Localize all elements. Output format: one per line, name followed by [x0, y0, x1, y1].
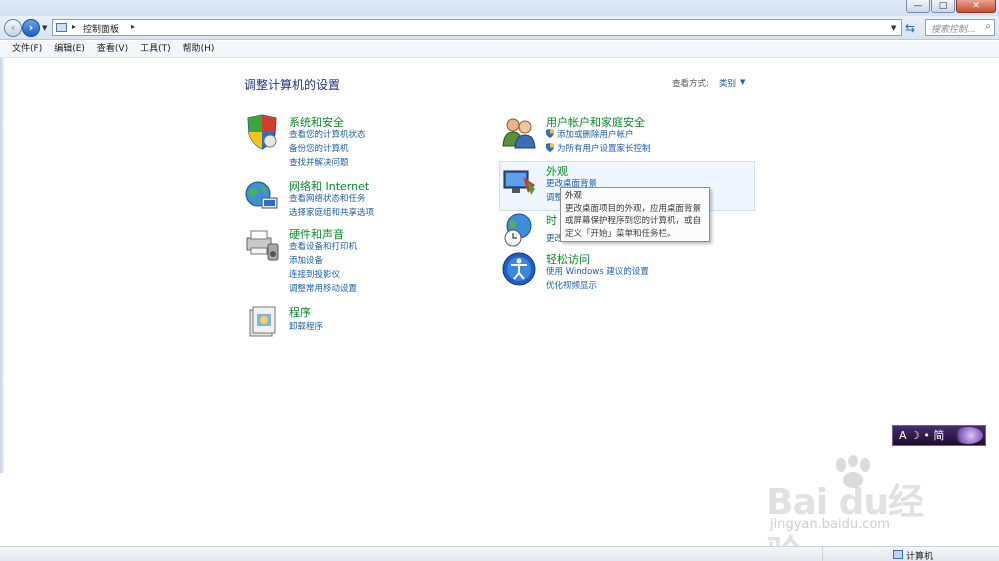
uac-shield-icon: [546, 129, 554, 138]
tooltip-line: 更改桌面项目的外观，应用桌面背景: [565, 203, 702, 214]
computer-icon: [893, 550, 903, 559]
menu-file[interactable]: 文件(F): [12, 41, 42, 57]
status-separator: [822, 547, 823, 561]
menu-edit[interactable]: 编辑(E): [54, 41, 85, 57]
category-programs: 程序 卸载程序: [244, 304, 464, 340]
category-title-programs[interactable]: 程序: [289, 304, 311, 320]
link-find-fix-problems[interactable]: 查找并解决问题: [289, 156, 349, 168]
refresh-icon[interactable]: ⇆: [905, 21, 915, 35]
status-computer-label: 计算机: [906, 552, 934, 561]
search-input[interactable]: 搜索控制... ⌕: [925, 19, 995, 36]
menu-view[interactable]: 查看(V): [97, 41, 128, 57]
view-by-dropdown[interactable]: 类别: [719, 77, 736, 89]
tooltip-title: 外观: [565, 191, 583, 201]
link-connect-projector[interactable]: 连接到投影仪: [289, 268, 340, 280]
maximize-button[interactable]: □: [931, 0, 955, 13]
category-network-internet: 网络和 Internet 查看网络状态和任务 选择家庭组和共享选项: [244, 178, 464, 222]
link-homegroup-sharing[interactable]: 选择家庭组和共享选项: [289, 206, 374, 218]
link-view-computer-status[interactable]: 查看您的计算机状态: [289, 128, 366, 140]
navigation-bar: ‹ › ▼ ▸ 控制面板 ▸ ▼ ⇆ 搜索控制... ⌕: [0, 16, 999, 40]
printer-icon[interactable]: [244, 226, 280, 262]
control-panel-icon: [56, 23, 67, 32]
link-add-remove-accounts[interactable]: 添加或删除用户帐户: [557, 128, 634, 140]
breadcrumb-separator-icon[interactable]: ▸: [72, 22, 76, 31]
breadcrumb-control-panel[interactable]: 控制面板: [83, 22, 119, 35]
title-bar: — □ ✕: [0, 0, 999, 16]
category-user-accounts: 用户帐户和家庭安全 添加或删除用户帐户 为所有用户设置家长控制: [501, 114, 751, 158]
clock-globe-icon[interactable]: [501, 212, 537, 248]
uac-shield-icon: [546, 143, 554, 152]
menu-bar: 文件(F) 编辑(E) 查看(V) 工具(T) 帮助(H): [0, 41, 999, 58]
link-mobility-settings[interactable]: 调整常用移动设置: [289, 282, 357, 294]
search-icon[interactable]: ⌕: [985, 21, 991, 32]
link-parental-controls[interactable]: 为所有用户设置家长控制: [557, 142, 651, 154]
appearance-tooltip: 外观 更改桌面项目的外观，应用桌面背景 或屏幕保护程序到您的计算机，或自 定义「…: [560, 187, 710, 242]
link-network-status[interactable]: 查看网络状态和任务: [289, 192, 366, 204]
link-devices-printers[interactable]: 查看设备和打印机: [289, 240, 357, 252]
breadcrumb-chevron-icon[interactable]: ▸: [131, 22, 135, 31]
close-button[interactable]: ✕: [956, 0, 996, 13]
recent-pages-dropdown-icon[interactable]: ▼: [42, 24, 47, 32]
page-title: 调整计算机的设置: [244, 78, 341, 92]
users-icon[interactable]: [501, 114, 537, 150]
status-bar: 计算机: [0, 546, 999, 561]
category-ease-of-access: 轻松访问 使用 Windows 建议的设置 优化视频显示: [501, 251, 751, 291]
window-left-edge: [0, 58, 4, 473]
baidu-watermark: Bai du经验 jingyan.baidu.com: [766, 455, 946, 561]
link-add-device[interactable]: 添加设备: [289, 254, 323, 266]
category-title-clock-language[interactable]: 时: [546, 212, 557, 228]
link-optimize-display[interactable]: 优化视频显示: [546, 279, 597, 291]
category-system-security: 系统和安全 查看您的计算机状态 备份您的计算机 查找并解决问题: [244, 114, 464, 174]
address-dropdown-icon[interactable]: ▼: [891, 24, 896, 32]
ease-of-access-icon[interactable]: [501, 251, 537, 287]
address-bar[interactable]: ▸ 控制面板 ▸: [52, 19, 902, 36]
link-uninstall-program[interactable]: 卸载程序: [289, 320, 323, 332]
system-security-shield-icon[interactable]: [244, 114, 280, 150]
programs-box-icon[interactable]: [244, 304, 280, 340]
ime-moon-icon: [953, 427, 983, 444]
appearance-monitor-icon[interactable]: [501, 163, 537, 199]
minimize-button[interactable]: —: [906, 0, 930, 13]
link-windows-suggested-settings[interactable]: 使用 Windows 建议的设置: [546, 265, 649, 277]
ime-language-bar[interactable]: A ☽ • 简: [892, 425, 986, 446]
back-button[interactable]: ‹: [4, 19, 22, 37]
menu-tools[interactable]: 工具(T): [140, 41, 171, 57]
view-by-chevron-icon[interactable]: ▼: [740, 78, 745, 86]
ime-label: A ☽ • 简: [899, 429, 945, 442]
menu-help[interactable]: 帮助(H): [183, 41, 215, 57]
network-globe-icon[interactable]: [244, 178, 280, 214]
link-backup-computer[interactable]: 备份您的计算机: [289, 142, 349, 154]
watermark-url: jingyan.baidu.com: [770, 517, 890, 532]
view-by-label: 查看方式:: [672, 79, 709, 89]
tooltip-line: 定义「开始」菜单和任务栏。: [565, 228, 676, 239]
category-hardware-sound: 硬件和声音 查看设备和打印机 添加设备 连接到投影仪 调整常用移动设置: [244, 226, 464, 296]
search-placeholder: 搜索控制...: [931, 25, 976, 35]
window-controls: — □ ✕: [906, 0, 996, 13]
forward-button[interactable]: ›: [22, 19, 40, 37]
tooltip-line: 或屏幕保护程序到您的计算机，或自: [565, 216, 702, 226]
